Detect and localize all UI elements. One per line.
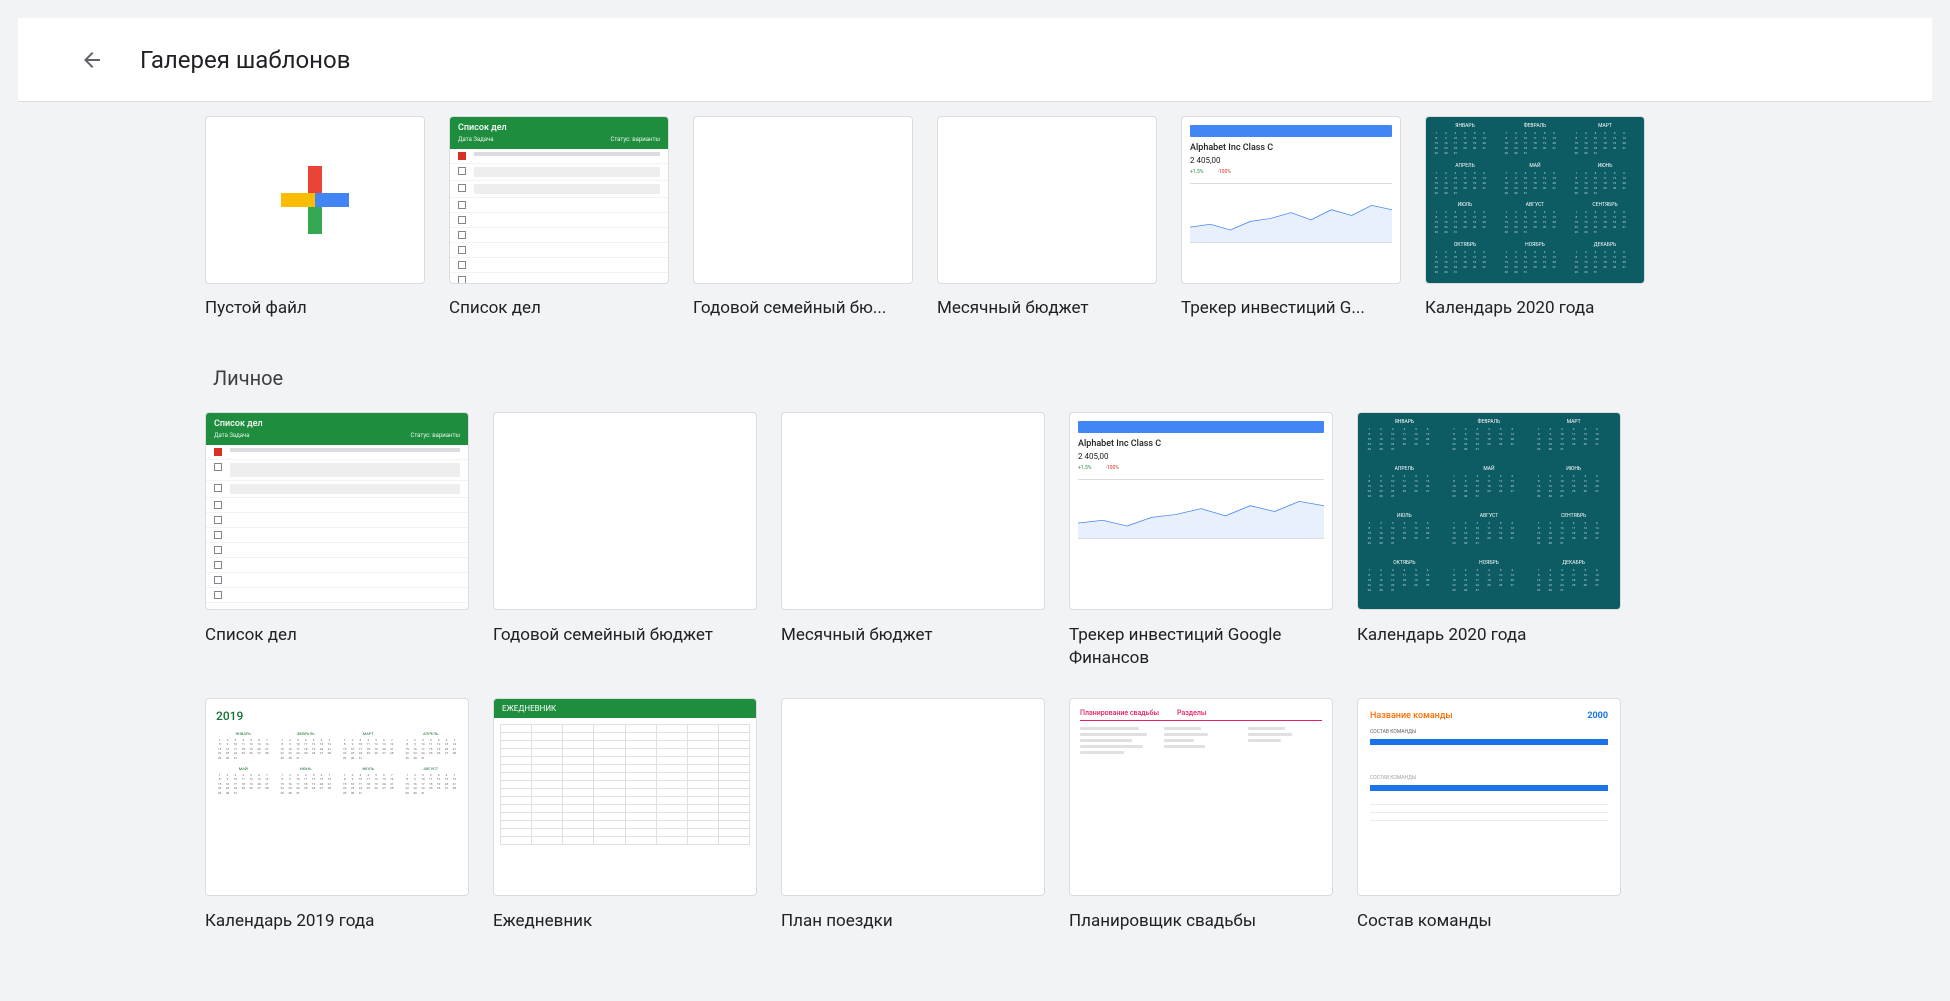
template-card[interactable]: Alphabet Inc Class C 2 405,00 +1.5%-100%… [1069,412,1333,670]
template-label: Годовой семейный бюджет [493,624,757,647]
template-card[interactable]: Пустой файл [205,116,425,318]
template-card[interactable]: ЯНВАРЬ1234568910111213151617181920222324… [1425,116,1645,318]
template-label: Список дел [205,624,469,647]
template-card[interactable]: Планирование свадьбы Разделы Планировщик… [1069,698,1333,933]
template-label: Ежедневник [493,910,757,933]
template-card[interactable]: Alphabet Inc Class C 2 405,00 +1.5%-100%… [1181,116,1401,318]
template-label: Календарь 2020 года [1357,624,1621,647]
template-label: Список дел [449,298,669,318]
page-title: Галерея шаблонов [140,46,350,74]
template-thumb-calendar-2020: ЯНВАРЬ1234568910111213151617181920222324… [1357,412,1621,610]
template-thumb-team: Название команды 2000 СОСТАВ КОМАНДЫ СОС… [1357,698,1621,896]
template-thumb-annual-budget [493,412,757,610]
template-thumb-monthly-budget [781,412,1045,610]
header-bar: Галерея шаблонов [18,18,1932,102]
templates-row-personal-1: Список дел Дата ЗадачаСтатус: варианты [205,412,1745,670]
back-button[interactable] [72,40,112,80]
template-thumb-monthly-budget [937,116,1157,284]
section-title-personal: Личное [213,366,1745,390]
template-card[interactable]: ЕЖЕДНЕВНИК Ежедневник [493,698,757,933]
content-area: Пустой файл Список дел Дата ЗадачаСтатус… [0,102,1950,1001]
template-thumb-annual-budget [693,116,913,284]
template-thumb-blank [205,116,425,284]
template-thumb-wedding: Планирование свадьбы Разделы [1069,698,1333,896]
template-card[interactable]: Список дел Дата ЗадачаСтатус: варианты [449,116,669,318]
template-label: Состав команды [1357,910,1621,933]
template-card[interactable]: Годовой семейный бюджет [493,412,757,670]
templates-row-recent: Пустой файл Список дел Дата ЗадачаСтатус… [205,116,1745,318]
template-card[interactable]: План поездки [781,698,1045,933]
template-label: Трекер инвестиций Google Финансов [1069,624,1333,670]
template-card[interactable]: Список дел Дата ЗадачаСтатус: варианты [205,412,469,670]
template-label: Планировщик свадьбы [1069,910,1333,933]
template-card[interactable]: Месячный бюджет [937,116,1157,318]
template-card[interactable]: ЯНВАРЬ1234568910111213151617181920222324… [1357,412,1621,670]
template-thumb-todo: Список дел Дата ЗадачаСтатус: варианты [205,412,469,610]
plus-icon [281,166,349,234]
template-label: Месячный бюджет [781,624,1045,647]
template-label: Трекер инвестиций G... [1181,298,1401,318]
template-label: Календарь 2019 года [205,910,469,933]
template-thumb-tracker: Alphabet Inc Class C 2 405,00 +1.5%-100% [1069,412,1333,610]
arrow-left-icon [80,48,104,72]
template-card[interactable]: 2019 ЯНВАРЬ12345678910111213141516171819… [205,698,469,933]
template-card[interactable]: Название команды 2000 СОСТАВ КОМАНДЫ СОС… [1357,698,1621,933]
template-label: Календарь 2020 года [1425,298,1645,318]
template-label: Годовой семейный бю... [693,298,913,318]
templates-row-personal-2: 2019 ЯНВАРЬ12345678910111213141516171819… [205,698,1745,933]
template-card[interactable]: Годовой семейный бю... [693,116,913,318]
template-thumb-calendar-2020: ЯНВАРЬ1234568910111213151617181920222324… [1425,116,1645,284]
template-thumb-planner: ЕЖЕДНЕВНИК [493,698,757,896]
template-label: Пустой файл [205,298,425,318]
template-thumb-calendar-2019: 2019 ЯНВАРЬ12345678910111213141516171819… [205,698,469,896]
template-thumb-todo: Список дел Дата ЗадачаСтатус: варианты [449,116,669,284]
template-label: План поездки [781,910,1045,933]
template-card[interactable]: Месячный бюджет [781,412,1045,670]
template-thumb-trip-plan [781,698,1045,896]
template-label: Месячный бюджет [937,298,1157,318]
template-thumb-tracker: Alphabet Inc Class C 2 405,00 +1.5%-100% [1181,116,1401,284]
